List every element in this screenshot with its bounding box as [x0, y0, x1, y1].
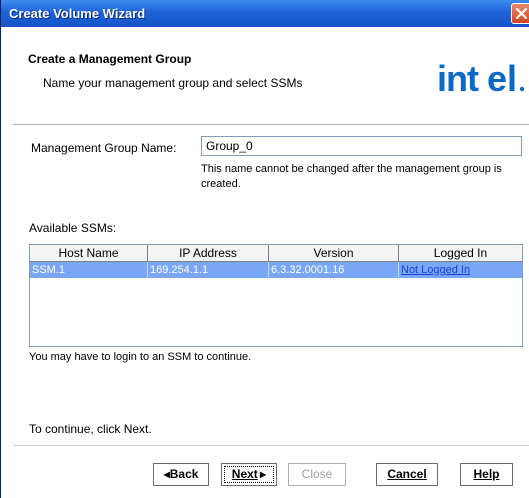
continue-instruction: To continue, click Next.: [29, 422, 152, 436]
svg-text:e: e: [487, 58, 507, 99]
available-ssms-label: Available SSMs:: [29, 221, 117, 235]
cancel-button[interactable]: Cancel: [376, 463, 438, 486]
help-button-label: Help: [473, 467, 500, 481]
back-button-label: Back: [169, 467, 199, 481]
login-note: You may have to login to an SSM to conti…: [29, 351, 252, 363]
svg-text:int: int: [437, 58, 479, 99]
next-button-label: Next: [231, 467, 258, 481]
name-note: This name cannot be changed after the ma…: [201, 163, 502, 190]
column-header-ip-address[interactable]: IP Address: [148, 245, 269, 262]
back-button[interactable]: ◀Back: [153, 463, 209, 486]
column-header-version[interactable]: Version: [269, 245, 399, 262]
ssm-table[interactable]: Host Name IP Address Version Logged In S…: [29, 244, 523, 347]
title-bar[interactable]: Create Volume Wizard: [1, 0, 529, 27]
wizard-header: Create a Management Group Name your mana…: [1, 27, 529, 112]
column-header-host-name[interactable]: Host Name: [30, 245, 148, 262]
management-group-name-input[interactable]: [201, 136, 522, 156]
svg-text:l: l: [507, 58, 517, 99]
window-title: Create Volume Wizard: [9, 6, 146, 21]
page-subtitle: Name your management group and select SS…: [43, 76, 303, 90]
cell-ip-address: 169.254.1.1: [148, 262, 269, 278]
header-divider: [13, 124, 529, 125]
next-button[interactable]: Next ▶: [221, 463, 277, 486]
column-header-logged-in[interactable]: Logged In: [399, 245, 522, 262]
management-group-name-label: Management Group Name:: [31, 141, 177, 155]
intel-logo: int e l: [433, 58, 528, 102]
page-title: Create a Management Group: [28, 52, 192, 66]
not-logged-in-link[interactable]: Not Logged In: [399, 262, 522, 278]
triangle-right-icon: ▶: [257, 470, 267, 479]
cancel-button-label: Cancel: [387, 467, 427, 481]
table-header: Host Name IP Address Version Logged In: [30, 245, 522, 262]
footer-divider: [13, 445, 529, 446]
close-button[interactable]: Close: [288, 463, 346, 486]
help-button[interactable]: Help: [460, 463, 513, 486]
cell-host-name: SSM.1: [30, 262, 148, 278]
wizard-window: Create Volume Wizard Create a Management…: [0, 0, 529, 498]
table-row[interactable]: SSM.1 169.254.1.1 6.3.32.0001.16 Not Log…: [30, 262, 522, 278]
cell-version: 6.3.32.0001.16: [269, 262, 399, 278]
close-window-button[interactable]: [511, 3, 529, 24]
